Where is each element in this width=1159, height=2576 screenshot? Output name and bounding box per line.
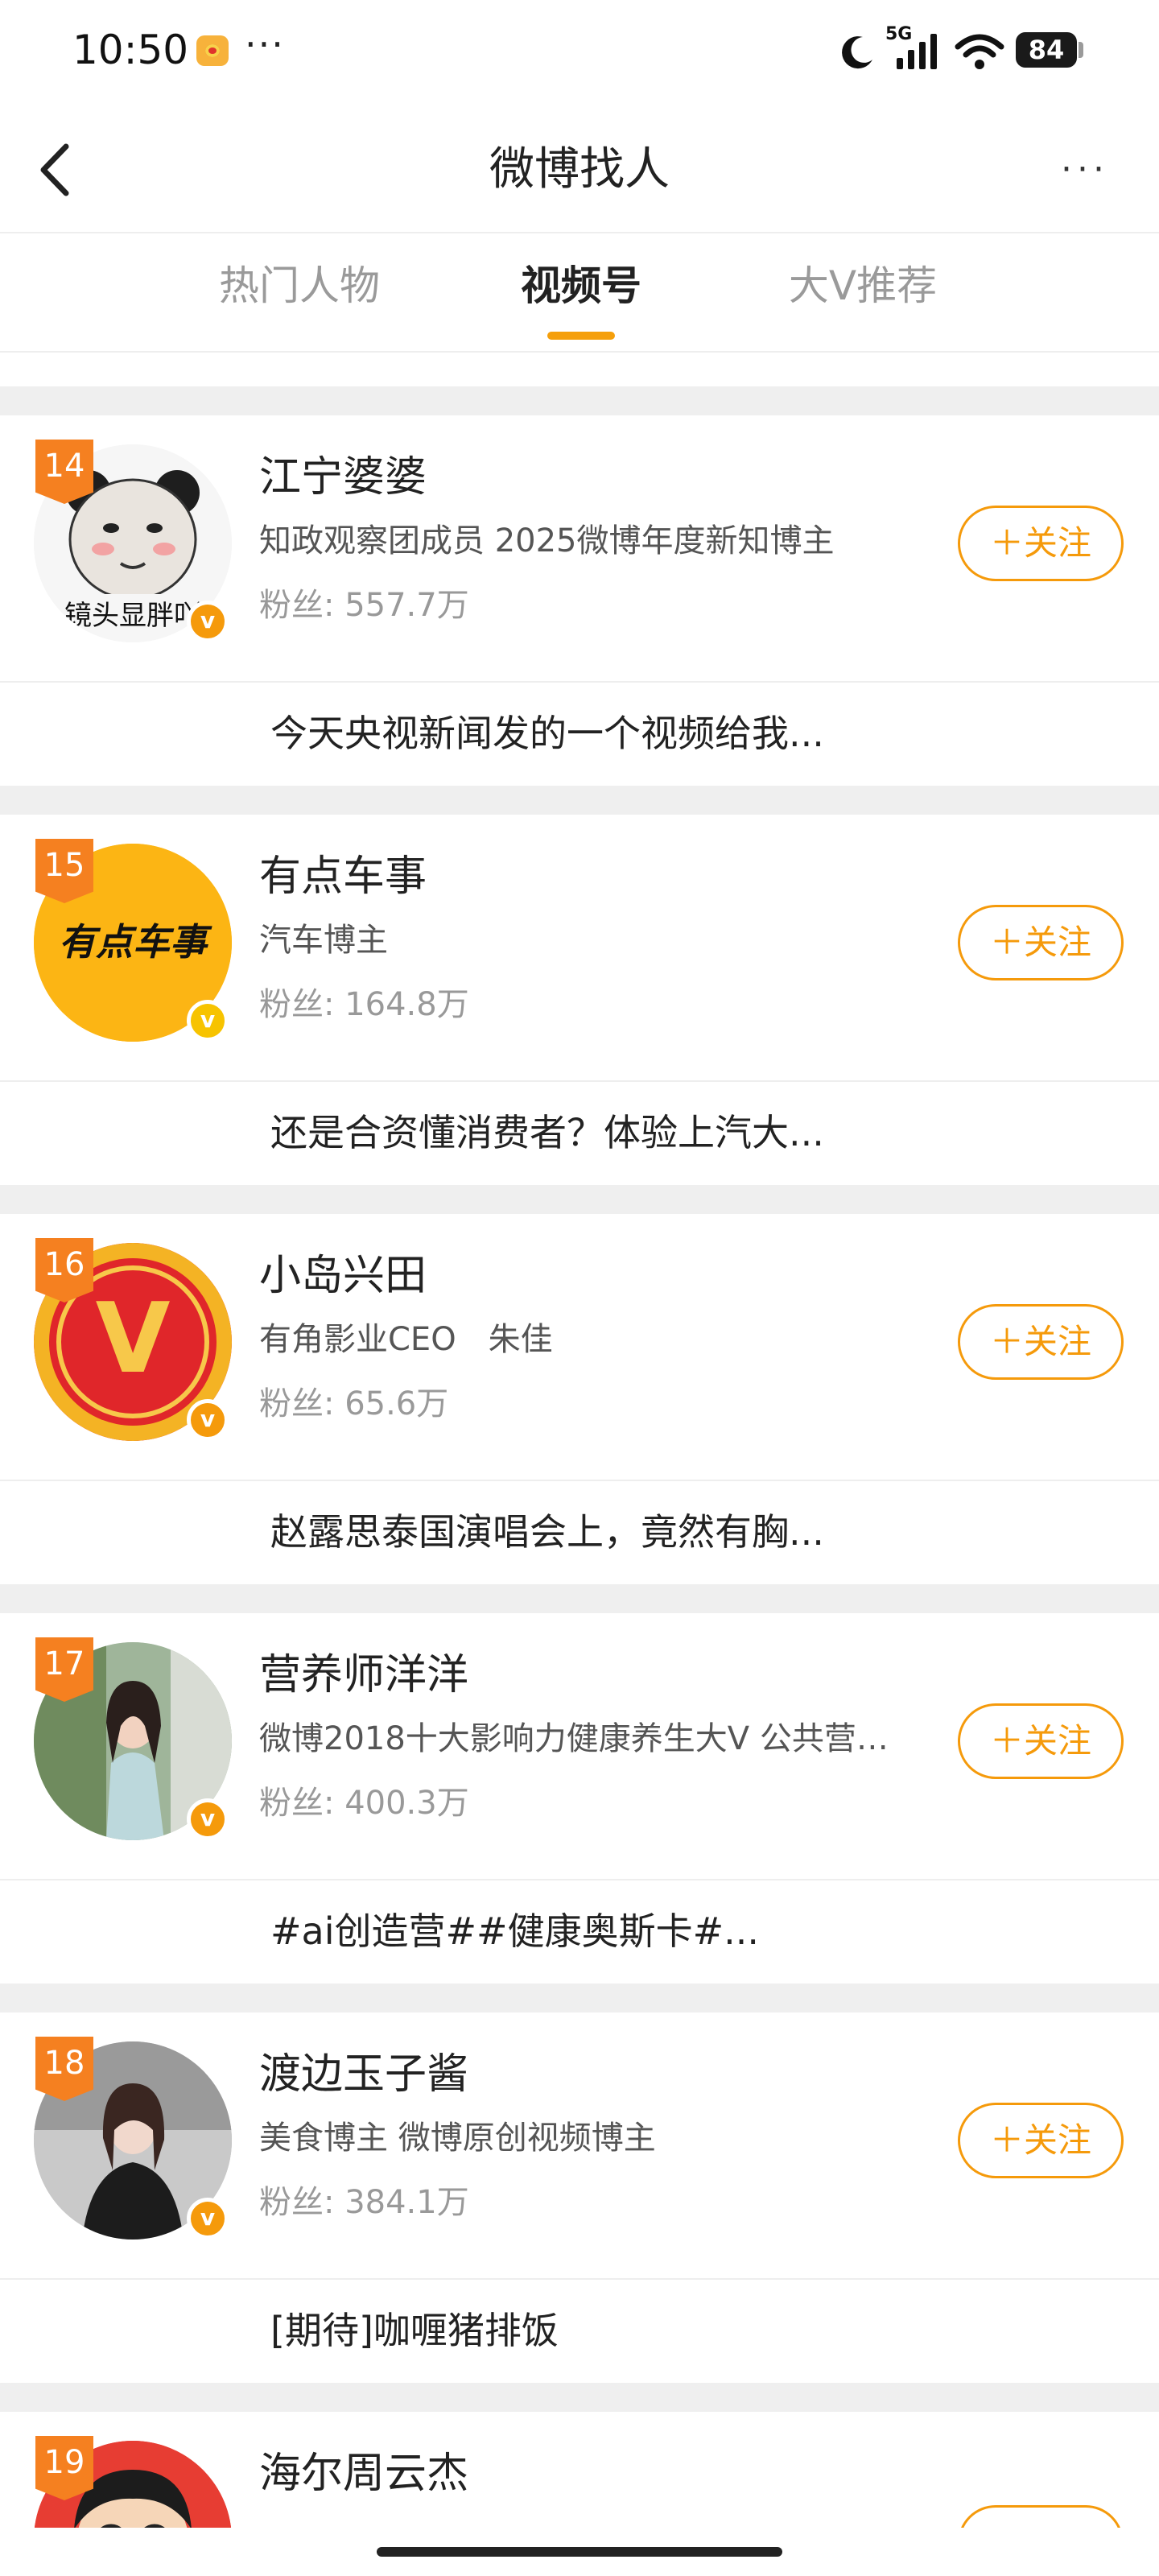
avatar-logo-text: 有点车事 [59,920,212,964]
tab-divider [0,351,1159,353]
verified-icon: v [187,601,229,642]
user-card[interactable]: 19 海尔周云杰 [0,2412,1159,2533]
more-options-icon[interactable]: ··· [1053,150,1117,190]
tab-bar: 热门人物 视频号 大V推荐 [0,233,1159,353]
page-title: 微博找人 [489,143,670,196]
rank-badge: 17 [35,1637,93,1702]
user-name[interactable]: 有点车事 [259,850,427,903]
fan-count: 粉丝: 400.3万 [259,1785,469,1822]
follow-button[interactable]: ＋关注 [958,2103,1124,2178]
rank-badge: 15 [35,839,93,903]
video-title[interactable]: [期待]咖喱猪排饭 [270,2302,559,2359]
user-card[interactable]: 17 v 营养师洋洋 微博2018十大影响力健康养生大V 公共营养师 粉丝: 4… [0,1613,1159,1879]
follow-button[interactable]: ＋关注 [958,1304,1124,1380]
verified-icon: v [187,1399,229,1441]
battery-level: 84 [1016,32,1077,68]
user-description: 美食博主 微博原创视频博主 [259,2120,656,2157]
user-description: 知政观察团成员 2025微博年度新知博主 [259,522,835,559]
status-bar: 10:50 ··· 5G 84 [0,0,1159,100]
active-tab-indicator [547,332,615,340]
video-title-row[interactable]: 还是合资懂消费者？体验上汽大... [0,1082,1159,1185]
follow-button[interactable]: ＋关注 [958,506,1124,581]
verified-icon: v [187,1798,229,1840]
user-card[interactable]: 镜头显胖吖 14 v 江宁婆婆 知政观察团成员 2025微博年度新知博主 粉丝:… [0,415,1159,681]
section-gap [0,1584,1159,1613]
tab-big-v-recommend[interactable]: 大V推荐 [773,258,953,314]
fan-count: 粉丝: 164.8万 [259,986,469,1023]
nav-bar: 微博找人 ··· [0,100,1159,233]
section-gap [0,786,1159,815]
user-description: 汽车博主 [259,922,388,959]
user-card[interactable]: V 16 v 小岛兴田 有角影业CEO 朱佳 粉丝: 65.6万 ＋关注 [0,1214,1159,1480]
user-name[interactable]: 营养师洋洋 [259,1649,468,1702]
fan-count: 粉丝: 65.6万 [259,1385,449,1422]
user-name[interactable]: 小岛兴田 [259,1249,427,1302]
user-description: 有角影业CEO 朱佳 [259,1321,553,1358]
follow-button[interactable]: ＋关注 [958,1703,1124,1779]
status-time: 10:50 [72,27,189,73]
video-title-row[interactable]: 赵露思泰国演唱会上，竟然有胸... [0,1481,1159,1584]
rank-badge: 18 [35,2037,93,2101]
user-name[interactable]: 海尔周云杰 [259,2447,468,2500]
user-card[interactable]: 18 v 渡边玉子酱 美食博主 微博原创视频博主 粉丝: 384.1万 ＋关注 [0,2013,1159,2278]
fan-count: 粉丝: 557.7万 [259,587,469,624]
more-notifications-icon: ··· [245,23,285,66]
tab-video-account[interactable]: 视频号 [501,258,662,314]
avatar-caption: 镜头显胖吖 [64,600,201,632]
do-not-disturb-icon [842,36,872,69]
section-gap [0,1984,1159,2013]
user-name[interactable]: 渡边玉子酱 [259,2048,468,2101]
video-title-row[interactable]: [期待]咖喱猪排饭 [0,2280,1159,2383]
tab-hot-people[interactable]: 热门人物 [211,258,388,314]
user-name[interactable]: 江宁婆婆 [259,451,427,504]
weibo-notification-icon [196,35,229,66]
video-title[interactable]: 赵露思泰国演唱会上，竟然有胸... [270,1504,824,1560]
fan-count: 粉丝: 384.1万 [259,2184,469,2221]
rank-badge: 14 [35,440,93,504]
video-title-row[interactable]: 今天央视新闻发的一个视频给我... [0,683,1159,786]
rank-badge: 19 [35,2436,93,2500]
video-title-row[interactable]: #ai创造营##健康奥斯卡#... [0,1880,1159,1984]
verified-icon: v [187,2198,229,2240]
user-card[interactable]: 有点车事 15 v 有点车事 汽车博主 粉丝: 164.8万 ＋关注 [0,815,1159,1080]
home-indicator[interactable] [377,2547,782,2557]
video-title[interactable]: 今天央视新闻发的一个视频给我... [270,705,824,762]
section-gap [0,1185,1159,1214]
section-gap [0,2383,1159,2412]
rank-badge: 16 [35,1238,93,1302]
verified-icon: v [187,1000,229,1042]
cellular-signal-icon [897,34,937,69]
battery-tip [1079,42,1083,58]
follow-button[interactable]: ＋关注 [958,905,1124,980]
video-title[interactable]: #ai创造营##健康奥斯卡#... [270,1903,759,1959]
section-gap [0,386,1159,415]
wifi-icon [955,34,1004,69]
video-title[interactable]: 还是合资懂消费者？体验上汽大... [270,1104,824,1161]
avatar-letter: V [96,1283,171,1395]
user-description: 微博2018十大影响力健康养生大V 公共营养师 [259,1720,919,1757]
